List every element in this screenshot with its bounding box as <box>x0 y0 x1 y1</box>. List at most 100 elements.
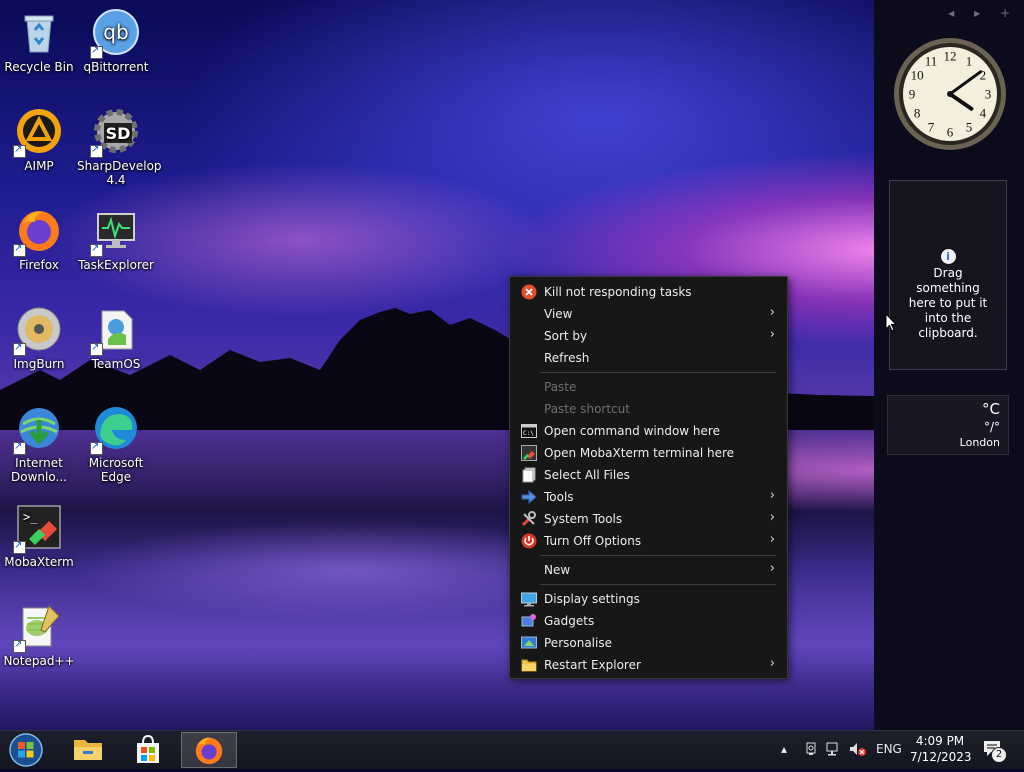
desktop-icon-label: Recycle Bin <box>4 60 74 74</box>
menu-item-open-command-window[interactable]: C:\ Open command window here <box>514 420 783 442</box>
desktop-icon-microsoft-edge[interactable]: Microsoft Edge <box>77 404 155 484</box>
clock-numeral: 7 <box>928 119 935 134</box>
svg-text:SD: SD <box>106 124 131 143</box>
shortcut-arrow-icon <box>13 540 26 554</box>
firefox-icon <box>13 206 63 257</box>
desktop-icon-imgburn[interactable]: ImgBurn <box>0 305 78 371</box>
recycle-bin-icon <box>15 8 63 56</box>
shortcut-arrow-icon <box>13 441 26 455</box>
clock-numeral: 4 <box>980 106 987 121</box>
weather-range: °/° <box>983 420 1000 434</box>
firefox-icon <box>195 737 223 765</box>
tray-date: 7/12/2023 <box>910 750 972 764</box>
internet-download-manager-icon <box>13 404 63 455</box>
menu-item-open-mobaxterm[interactable]: Open MobaXterm terminal here <box>514 442 783 464</box>
menu-item-restart-explorer[interactable]: Restart Explorer › <box>514 654 783 676</box>
shortcut-arrow-icon <box>90 243 103 257</box>
menu-item-label: Paste shortcut <box>544 402 630 416</box>
menu-item-label: Gadgets <box>544 614 595 628</box>
chevron-right-icon: › <box>769 561 775 576</box>
menu-item-label: Select All Files <box>544 468 630 482</box>
menu-item-label: Restart Explorer <box>544 658 641 672</box>
action-center-button[interactable]: 2 <box>982 739 1007 763</box>
desktop-icon-sharpdevelop[interactable]: SD SharpDevelop 4.4 <box>77 107 162 187</box>
menu-item-turn-off-options[interactable]: Turn Off Options › <box>514 530 783 552</box>
weather-gadget[interactable]: °C °/° London <box>887 395 1009 455</box>
desktop-icon-aimp[interactable]: AIMP <box>0 107 78 173</box>
shortcut-arrow-icon <box>90 342 103 356</box>
notification-count-badge: 2 <box>991 747 1007 763</box>
clock-numeral: 3 <box>985 87 992 102</box>
clock-gadget[interactable]: 1234567891011 12 <box>892 36 1008 152</box>
chevron-right-icon: › <box>769 510 775 525</box>
menu-item-new[interactable]: New › <box>514 559 783 581</box>
taskbar-microsoft-store[interactable] <box>125 732 171 768</box>
menu-item-label: Personalise <box>544 636 612 650</box>
menu-item-display-settings[interactable]: Display settings <box>514 588 783 610</box>
show-hidden-icons-chevron-up-icon[interactable]: ▴ <box>781 742 787 756</box>
desktop-icon-qbittorrent[interactable]: qb qBittorrent <box>77 8 155 74</box>
menu-item-personalise[interactable]: Personalise <box>514 632 783 654</box>
network-icon[interactable] <box>826 742 842 756</box>
imgburn-icon <box>13 305 63 356</box>
desktop-icon-label: MobaXterm <box>4 555 74 569</box>
menu-item-label: System Tools <box>544 512 623 526</box>
menu-item-label: Paste <box>544 380 577 394</box>
taskbar-file-explorer[interactable] <box>65 732 111 768</box>
shortcut-arrow-icon <box>13 342 26 356</box>
chevron-right-icon: › <box>769 656 775 671</box>
menu-item-label: View <box>544 307 573 321</box>
desktop-icon-taskexplorer[interactable]: TaskExplorer <box>77 206 155 272</box>
menu-item-sort-by[interactable]: Sort by › <box>514 325 783 347</box>
menu-item-label: New <box>544 563 571 577</box>
menu-item-label: Display settings <box>544 592 640 606</box>
qbittorrent-icon: qb <box>90 8 140 59</box>
menu-item-view[interactable]: View › <box>514 303 783 325</box>
store-bag-icon <box>137 734 159 763</box>
sidebar-controls[interactable]: ◂ ▸ + <box>948 6 1018 20</box>
shortcut-arrow-icon <box>90 441 103 455</box>
desktop-icon-teamos[interactable]: TeamOS <box>77 305 155 371</box>
desktop-icon-label: Notepad++ <box>3 654 75 668</box>
menu-separator <box>540 555 776 556</box>
menu-item-kill-not-responding[interactable]: Kill not responding tasks <box>514 281 783 303</box>
menu-item-tools[interactable]: Tools › <box>514 486 783 508</box>
shortcut-arrow-icon <box>13 243 26 257</box>
language-indicator[interactable]: ENG <box>876 742 902 756</box>
mouse-cursor-icon <box>885 313 897 332</box>
desktop-icon-recycle-bin[interactable]: Recycle Bin <box>0 8 78 74</box>
clock-datetime[interactable]: 4:09 PM 7/12/2023 <box>910 733 972 765</box>
menu-item-select-all-files[interactable]: Select All Files <box>514 464 783 486</box>
menu-item-gadgets[interactable]: Gadgets <box>514 610 783 632</box>
menu-separator <box>540 372 776 373</box>
taskbar-firefox[interactable] <box>181 732 237 768</box>
weather-temperature: °C <box>982 400 1000 418</box>
desktop-icon-notepad-plus-plus[interactable]: Notepad++ <box>0 602 78 668</box>
chevron-right-icon: › <box>769 305 775 320</box>
menu-item-system-tools[interactable]: System Tools › <box>514 508 783 530</box>
tray-device-icon[interactable] <box>804 742 818 756</box>
menu-item-label: Sort by <box>544 329 588 343</box>
desktop-icon-mobaxterm[interactable]: >_ MobaXterm <box>0 503 78 569</box>
clock-numeral: 2 <box>980 68 987 83</box>
tray-time: 4:09 PM <box>915 734 965 748</box>
personalise-icon <box>521 636 537 649</box>
volume-muted-icon[interactable] <box>849 742 867 756</box>
clock-numeral: 6 <box>947 125 954 140</box>
svg-text:qb: qb <box>103 20 128 44</box>
menu-item-label: Kill not responding tasks <box>544 285 692 299</box>
clipboard-gadget[interactable]: i Drag something here to put it into the… <box>889 180 1007 370</box>
folder-icon <box>74 740 102 760</box>
desktop-icon-internet-download-manager[interactable]: Internet Downlo... <box>0 404 78 484</box>
desktop-icon-label: TeamOS <box>91 357 141 371</box>
info-icon: i <box>940 249 956 264</box>
clipboard-hint: Drag something here to put it into the c… <box>908 266 988 340</box>
desktop-icon-firefox[interactable]: Firefox <box>0 206 78 272</box>
menu-item-label: Open MobaXterm terminal here <box>544 446 735 460</box>
menu-item-label: Refresh <box>544 351 590 365</box>
power-icon <box>521 533 537 549</box>
menu-item-refresh[interactable]: Refresh <box>514 347 783 369</box>
svg-text:>_: >_ <box>23 510 38 524</box>
start-button[interactable] <box>5 732 47 768</box>
monitor-icon <box>521 592 537 607</box>
